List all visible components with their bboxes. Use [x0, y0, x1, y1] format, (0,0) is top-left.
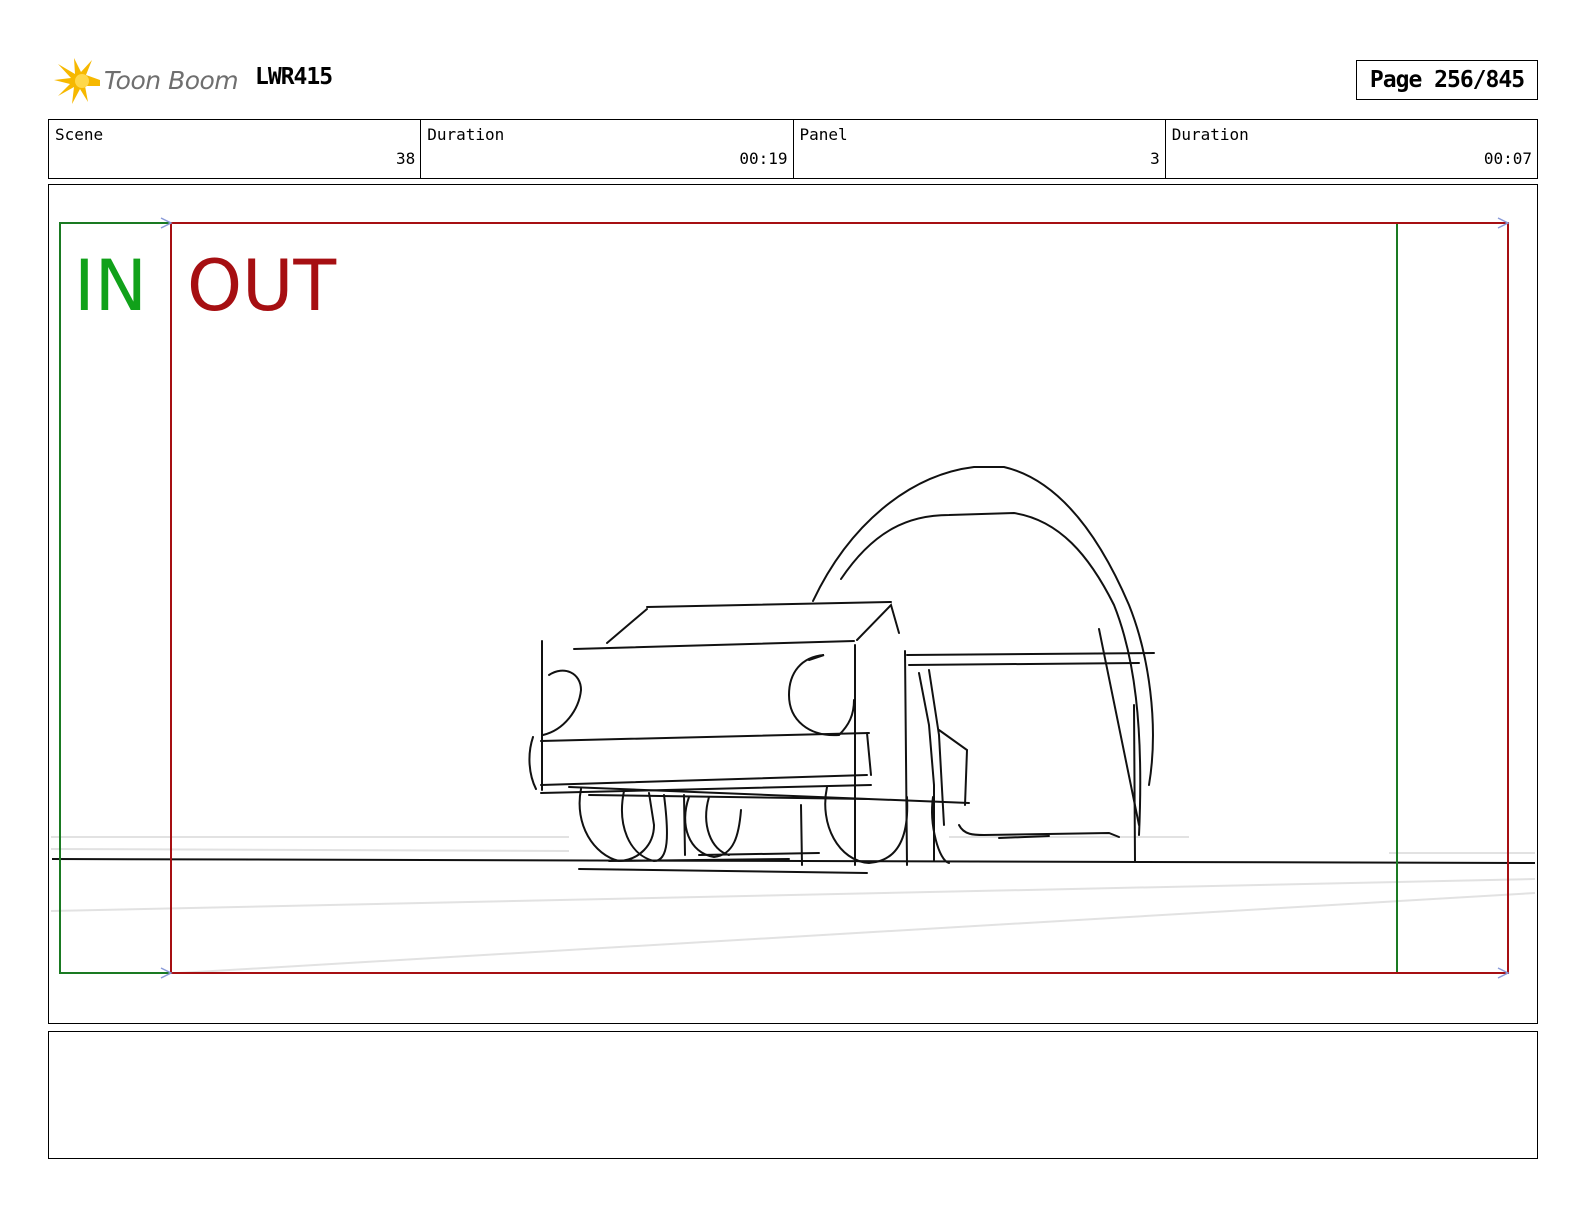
in-label: IN — [74, 245, 148, 327]
project-code: LWR415 — [255, 64, 333, 90]
scene-duration-cell: Duration 00:19 — [421, 120, 794, 178]
storyboard-panel: IN OUT — [48, 184, 1538, 1024]
panel-cell: Panel 3 — [794, 120, 1166, 178]
scene-value: 38 — [395, 149, 416, 168]
sunburst-logo-icon — [54, 58, 100, 104]
toon-boom-logo: Toon Boom — [52, 56, 242, 108]
storyboard-info-table: Scene 38 Duration 00:19 Panel 3 Duration… — [48, 119, 1538, 179]
scene-cell: Scene 38 — [49, 120, 422, 178]
scene-duration-value: 00:19 — [739, 149, 788, 168]
panel-duration-cell: Duration 00:07 — [1166, 120, 1537, 178]
scene-duration-label: Duration — [427, 125, 505, 144]
page-number: Page 256/845 — [1356, 60, 1538, 100]
panel-value: 3 — [1150, 149, 1160, 168]
panel-notes-box — [48, 1031, 1538, 1159]
brand-name: Toon Boom — [104, 66, 239, 95]
panel-label: Panel — [799, 125, 848, 144]
truck-sketch — [528, 466, 1155, 874]
panel-duration-value: 00:07 — [1483, 149, 1532, 168]
scene-label: Scene — [55, 125, 104, 144]
panel-duration-label: Duration — [1171, 125, 1249, 144]
out-label: OUT — [187, 245, 337, 327]
